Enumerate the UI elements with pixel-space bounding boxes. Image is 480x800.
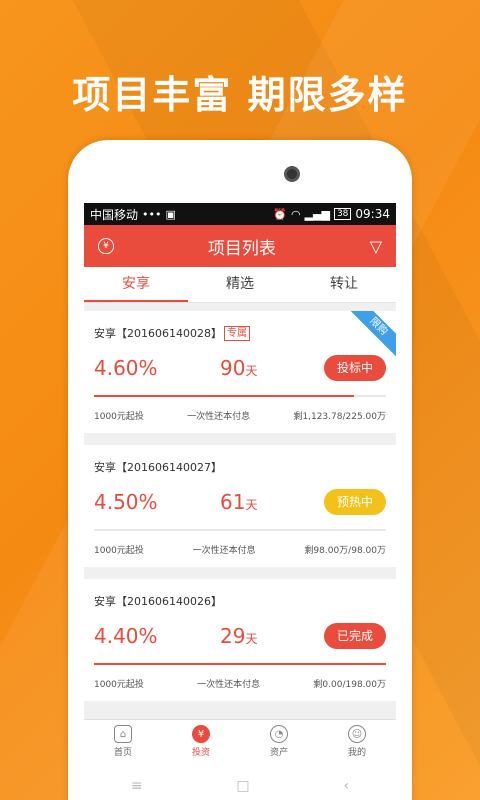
filter-icon[interactable]: ▽	[370, 237, 382, 256]
project-main-row: 4.60% 90天 投标中	[94, 353, 386, 383]
min-invest: 1000元起投	[94, 412, 144, 422]
progress-bar	[94, 395, 386, 397]
nav-label: 首页	[113, 748, 132, 758]
interest-rate: 4.50%	[94, 490, 158, 514]
days-value: 90	[220, 356, 246, 380]
status-button[interactable]: 投标中	[324, 355, 386, 381]
status-bar: 中国移动 ••• ▣ ⏰ ◠ ▂▄▆ 38 09:34	[84, 203, 396, 225]
menu-key-icon[interactable]: ≡	[131, 778, 143, 794]
nav-assets[interactable]: ◔ 资产	[240, 720, 318, 763]
nav-label: 投资	[191, 748, 210, 758]
project-card[interactable]: 限购 安享【201606140028】 专属 4.60% 90天 投标中 100…	[84, 311, 396, 433]
min-invest: 1000元起投	[94, 546, 144, 556]
project-name: 安享【201606140026】	[94, 595, 222, 608]
project-title: 安享【201606140026】	[94, 579, 386, 609]
nav-mine[interactable]: ☺ 我的	[318, 720, 396, 763]
project-footer: 1000元起投 一次性还本付息 剩0.00/198.00万	[94, 677, 386, 690]
project-name: 安享【201606140027】	[94, 461, 222, 474]
interest-rate: 4.60%	[94, 356, 158, 380]
remaining-amount: 剩1,123.78/225.00万	[293, 412, 386, 422]
repay-method: 一次性还本付息	[197, 680, 261, 690]
yen-icon: ¥	[192, 725, 210, 743]
title-bar: ¥ 项目列表 ▽	[84, 225, 396, 267]
pie-chart-icon: ◔	[270, 725, 288, 743]
bottom-nav: ⌂ 首页 ¥ 投资 ◔ 资产 ☺ 我的	[84, 719, 396, 763]
progress-fill	[94, 663, 386, 665]
project-footer: 1000元起投 一次性还本付息 剩1,123.78/225.00万	[94, 409, 386, 422]
promo-headline: 项目丰富 期限多样	[72, 73, 408, 117]
camera-icon	[284, 166, 300, 182]
category-tabs: 安享 精选 转让	[84, 267, 396, 303]
days-value: 29	[220, 624, 246, 648]
nav-home[interactable]: ⌂ 首页	[84, 720, 162, 763]
project-title: 安享【201606140028】 专属	[94, 311, 386, 341]
money-bag-icon[interactable]: ¥	[98, 238, 114, 254]
alarm-icon: ⏰	[273, 207, 287, 221]
remaining-amount: 剩0.00/198.00万	[313, 680, 386, 690]
clock: 09:34	[355, 207, 390, 221]
min-invest: 1000元起投	[94, 680, 144, 690]
tab-jingxuan[interactable]: 精选	[188, 267, 292, 302]
days-value: 61	[220, 490, 246, 514]
back-key-icon[interactable]: ‹	[343, 778, 349, 794]
progress-bar	[94, 529, 386, 531]
page-title: 项目列表	[207, 238, 276, 259]
remaining-amount: 剩98.00万/98.00万	[304, 546, 386, 556]
term-days: 90天	[220, 356, 324, 380]
interest-rate: 4.40%	[94, 624, 158, 648]
project-list: 限购 安享【201606140028】 专属 4.60% 90天 投标中 100…	[84, 303, 396, 701]
status-button[interactable]: 已完成	[324, 623, 386, 649]
image-icon: ▣	[165, 207, 176, 221]
project-main-row: 4.50% 61天 预热中	[94, 487, 386, 517]
tab-zhuanrang[interactable]: 转让	[292, 267, 396, 302]
repay-method: 一次性还本付息	[192, 546, 256, 556]
more-dots-icon: •••	[142, 207, 162, 221]
user-icon: ☺	[348, 725, 366, 743]
project-main-row: 4.40% 29天 已完成	[94, 621, 386, 651]
repay-method: 一次性还本付息	[187, 412, 251, 422]
progress-fill	[94, 395, 354, 397]
project-card[interactable]: 安享【201606140026】 4.40% 29天 已完成 1000元起投 一…	[84, 579, 396, 701]
android-softkeys: ≡ □ ‹	[84, 778, 396, 794]
project-name: 安享【201606140028】	[94, 327, 222, 340]
status-button[interactable]: 预热中	[324, 489, 386, 515]
progress-bar	[94, 663, 386, 665]
signal-icon: ▂▄▆	[304, 207, 330, 221]
days-unit: 天	[245, 498, 258, 512]
term-days: 61天	[220, 490, 324, 514]
nav-label: 资产	[269, 748, 288, 758]
days-unit: 天	[245, 632, 258, 646]
exclusive-tag: 专属	[223, 325, 250, 341]
term-days: 29天	[220, 624, 324, 648]
project-footer: 1000元起投 一次性还本付息 剩98.00万/98.00万	[94, 543, 386, 556]
tab-anxiang[interactable]: 安享	[84, 267, 188, 302]
project-title: 安享【201606140027】	[94, 445, 386, 475]
home-icon: ⌂	[114, 725, 132, 743]
battery-icon: 38	[333, 208, 352, 220]
carrier-label: 中国移动	[90, 207, 139, 222]
phone-screen: 中国移动 ••• ▣ ⏰ ◠ ▂▄▆ 38 09:34 ¥ 项目列表 ▽ 安享 …	[84, 203, 396, 763]
wifi-icon: ◠	[290, 207, 301, 221]
nav-label: 我的	[347, 748, 366, 758]
nav-invest[interactable]: ¥ 投资	[162, 720, 240, 763]
project-card[interactable]: 安享【201606140027】 4.50% 61天 预热中 1000元起投 一…	[84, 445, 396, 567]
home-key-icon[interactable]: □	[236, 778, 249, 794]
days-unit: 天	[245, 364, 258, 378]
